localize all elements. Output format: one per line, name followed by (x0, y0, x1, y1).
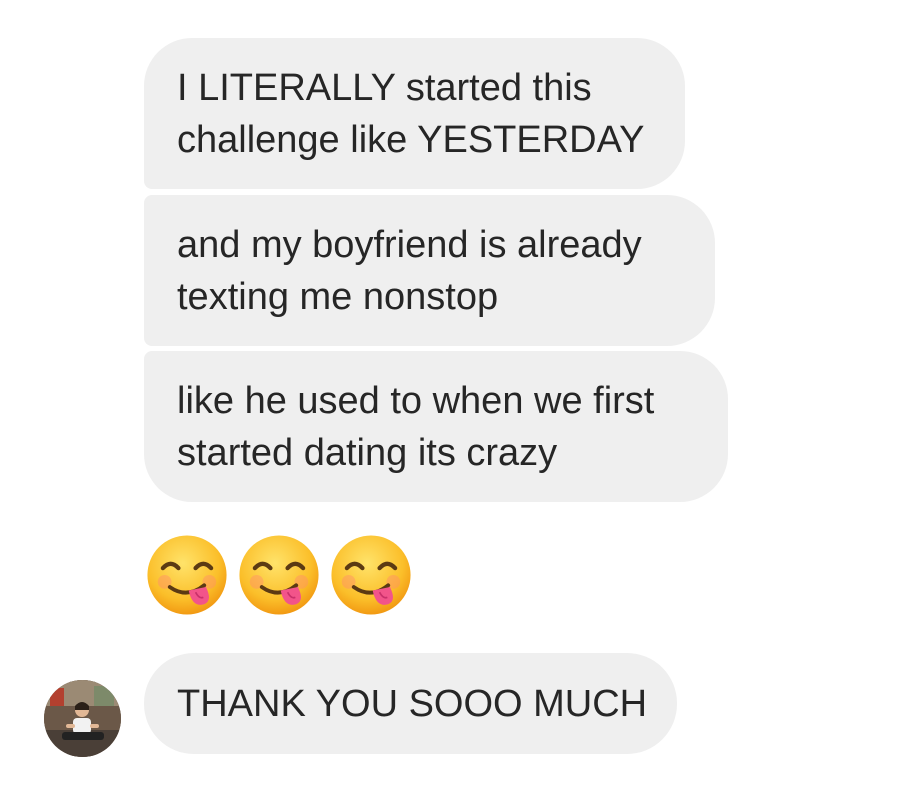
message-bubble[interactable]: I LITERALLY started this challenge like … (144, 38, 685, 189)
message-text-line: I LITERALLY started this (177, 66, 592, 109)
face-savoring-food-icon (147, 535, 227, 615)
message-bubble[interactable]: THANK YOU SOOO MUCH (144, 653, 677, 754)
face-savoring-food-icon (239, 535, 319, 615)
message-text-line: challenge like YESTERDAY (177, 118, 645, 161)
message-text-line: texting me nonstop (177, 275, 499, 318)
message-text-line: THANK YOU SOOO MUCH (177, 682, 648, 725)
message-text-line: started dating its crazy (177, 431, 558, 474)
face-savoring-food-icon (331, 535, 411, 615)
message-bubble[interactable]: and my boyfriend is already texting me n… (144, 195, 715, 346)
avatar[interactable] (44, 680, 121, 757)
message-text-line: like he used to when we first (177, 379, 655, 422)
emoji-message[interactable] (144, 532, 414, 622)
message-text-line: and my boyfriend is already (177, 223, 642, 266)
message-bubble[interactable]: like he used to when we first started da… (144, 351, 728, 502)
